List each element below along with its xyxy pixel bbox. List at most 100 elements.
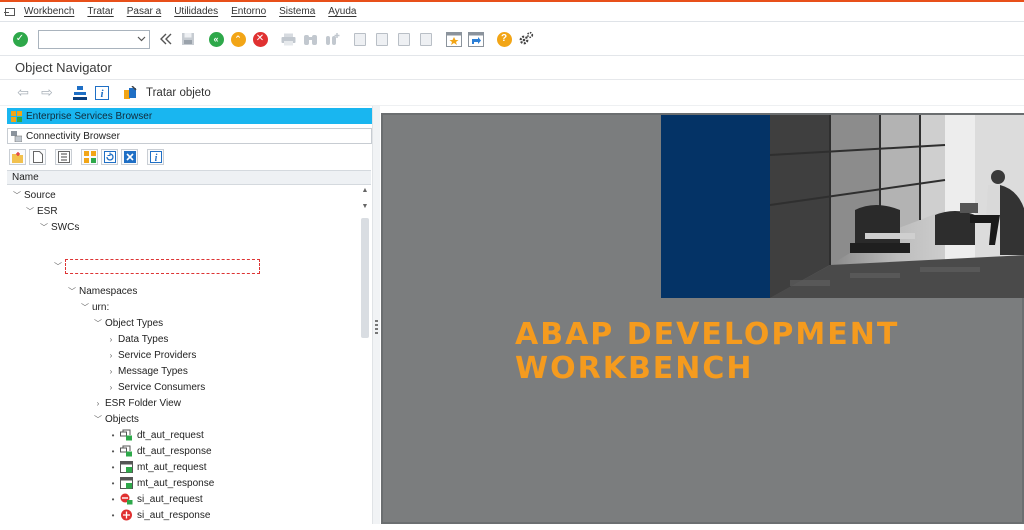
chevron-down-icon[interactable]: ﹀: [53, 261, 63, 272]
edit-object-icon[interactable]: [120, 83, 140, 103]
print-button[interactable]: [278, 29, 298, 49]
message-type-icon: [120, 477, 133, 489]
scroll-up-icon[interactable]: ▲: [359, 185, 371, 197]
office-photo-illustration: [770, 115, 1024, 298]
tree-node-data-types[interactable]: › Data Types: [106, 331, 169, 347]
scroll-thumb[interactable]: [361, 218, 369, 338]
document-icon: [32, 151, 43, 163]
help-button[interactable]: ?: [494, 29, 514, 49]
chevron-right-icon[interactable]: ›: [106, 351, 116, 360]
previous-page-button[interactable]: [372, 29, 392, 49]
back-icon: «: [208, 31, 224, 47]
nav-back-arrow-icon[interactable]: ⇦: [14, 84, 32, 101]
tree-object-si-aut-request[interactable]: • si_aut_request: [108, 491, 203, 507]
menu-workbench[interactable]: Workbench: [20, 6, 83, 17]
application-toolbar: ⇦ ⇨ i Tratar objeto: [0, 80, 1024, 106]
chevron-down-icon[interactable]: ﹀: [93, 318, 103, 329]
splitter-grip-icon[interactable]: [375, 320, 378, 334]
cancel-button[interactable]: ✕: [250, 29, 270, 49]
menu-tratar[interactable]: Tratar: [83, 6, 122, 17]
new-document-button[interactable]: [29, 149, 46, 165]
customize-layout-button[interactable]: [516, 29, 536, 49]
tree-object-si-aut-response[interactable]: • si_aut_response: [108, 507, 210, 523]
tree-object-mt-aut-request[interactable]: • mt_aut_request: [108, 459, 207, 475]
find-next-button[interactable]: [322, 29, 342, 49]
svg-text:i: i: [154, 153, 157, 163]
tree-node-esr[interactable]: ﹀ ESR: [25, 203, 58, 219]
chevron-down-icon[interactable]: ﹀: [93, 414, 103, 425]
tree-node-service-providers[interactable]: › Service Providers: [106, 347, 197, 363]
double-chevron-left-icon: [160, 33, 172, 45]
list-button[interactable]: [55, 149, 72, 165]
tree-object-dt-aut-request[interactable]: • dt_aut_request: [108, 427, 204, 443]
first-page-button[interactable]: [350, 29, 370, 49]
back-button[interactable]: «: [206, 29, 226, 49]
tree-node-object-types[interactable]: ﹀ Object Types: [93, 315, 163, 331]
tree-node-swcs[interactable]: ﹀ SWCs: [39, 219, 79, 235]
tree-info-button[interactable]: i: [147, 149, 164, 165]
tree-object-dt-aut-response[interactable]: • dt_aut_response: [108, 443, 212, 459]
find-button[interactable]: [300, 29, 320, 49]
info-button[interactable]: i: [92, 83, 112, 103]
page-title: Object Navigator: [15, 60, 112, 75]
chevron-right-icon[interactable]: ›: [106, 335, 116, 344]
edit-object-button[interactable]: Tratar objeto: [146, 87, 211, 99]
menu-sistema[interactable]: Sistema: [275, 6, 324, 17]
chevron-right-icon[interactable]: ›: [106, 383, 116, 392]
data-type-icon: [120, 445, 132, 457]
exit-button[interactable]: ⌃: [228, 29, 248, 49]
chevron-down-icon[interactable]: ﹀: [67, 286, 77, 297]
nav-forward-arrow-icon[interactable]: ⇨: [38, 84, 56, 101]
checkmark-icon: ✓: [12, 31, 28, 47]
scroll-down-icon[interactable]: ▼: [359, 201, 371, 213]
tree-node-source[interactable]: ﹀ Source: [12, 187, 56, 203]
next-page-icon: [398, 32, 410, 46]
connectivity-browser-tab[interactable]: Connectivity Browser: [7, 128, 372, 144]
open-folder-button[interactable]: [9, 149, 26, 165]
services-browser-icon: [11, 110, 22, 122]
tree-scrollbar[interactable]: ▲ ▼: [359, 185, 371, 530]
chevron-down-icon[interactable]: ﹀: [12, 190, 22, 201]
system-menu-icon[interactable]: [0, 2, 20, 22]
tree-node-esr-folder-view[interactable]: › ESR Folder View: [93, 395, 181, 411]
save-button[interactable]: [178, 29, 198, 49]
first-page-icon: [354, 32, 366, 46]
chevron-right-icon[interactable]: ›: [106, 367, 116, 376]
command-field[interactable]: [38, 29, 150, 49]
chevron-down-icon[interactable]: ﹀: [39, 222, 49, 233]
tree-node-namespaces[interactable]: ﹀ Namespaces: [67, 283, 137, 299]
new-window-icon: [446, 31, 462, 47]
tree-node-message-types[interactable]: › Message Types: [106, 363, 188, 379]
open-folder-icon: [11, 151, 23, 163]
chevron-right-icon[interactable]: ›: [93, 399, 103, 408]
tree-node-service-consumers[interactable]: › Service Consumers: [106, 379, 206, 395]
tree-column-header[interactable]: Name: [7, 170, 371, 185]
object-tree: ﹀ Source ﹀ ESR ﹀ SWCs ﹀ ﹀ Namespaces ﹀ u…: [7, 185, 372, 530]
tree-node-swc-unnamed[interactable]: ﹀: [53, 258, 260, 274]
help-question-icon: ?: [496, 31, 512, 47]
message-type-icon: [120, 461, 133, 473]
enterprise-services-browser-tab[interactable]: Enterprise Services Browser: [7, 108, 372, 124]
new-session-button[interactable]: [444, 29, 464, 49]
next-page-button[interactable]: [394, 29, 414, 49]
binoculars-plus-icon: [325, 32, 339, 45]
tree-node-urn[interactable]: ﹀ urn:: [80, 299, 109, 315]
last-page-button[interactable]: [416, 29, 436, 49]
cancel-x-icon: ✕: [252, 31, 268, 47]
chevron-down-icon[interactable]: ﹀: [80, 302, 90, 313]
tree-object-mt-aut-response[interactable]: • mt_aut_response: [108, 475, 214, 491]
menu-ayuda[interactable]: Ayuda: [324, 6, 365, 17]
menu-pasar-a[interactable]: Pasar a: [123, 6, 170, 17]
menu-entorno[interactable]: Entorno: [227, 6, 275, 17]
services-button[interactable]: [81, 149, 98, 165]
pane-splitter[interactable]: [372, 106, 380, 524]
enter-button[interactable]: ✓: [10, 29, 30, 49]
refresh-button[interactable]: [101, 149, 118, 165]
hierarchy-button[interactable]: [70, 83, 90, 103]
shortcut-button[interactable]: [466, 29, 486, 49]
tree-node-objects[interactable]: ﹀ Objects: [93, 411, 139, 427]
chevron-down-icon[interactable]: ﹀: [25, 206, 35, 217]
close-button[interactable]: [121, 149, 138, 165]
collapse-command-button[interactable]: [156, 29, 176, 49]
menu-utilidades[interactable]: Utilidades: [170, 6, 227, 17]
